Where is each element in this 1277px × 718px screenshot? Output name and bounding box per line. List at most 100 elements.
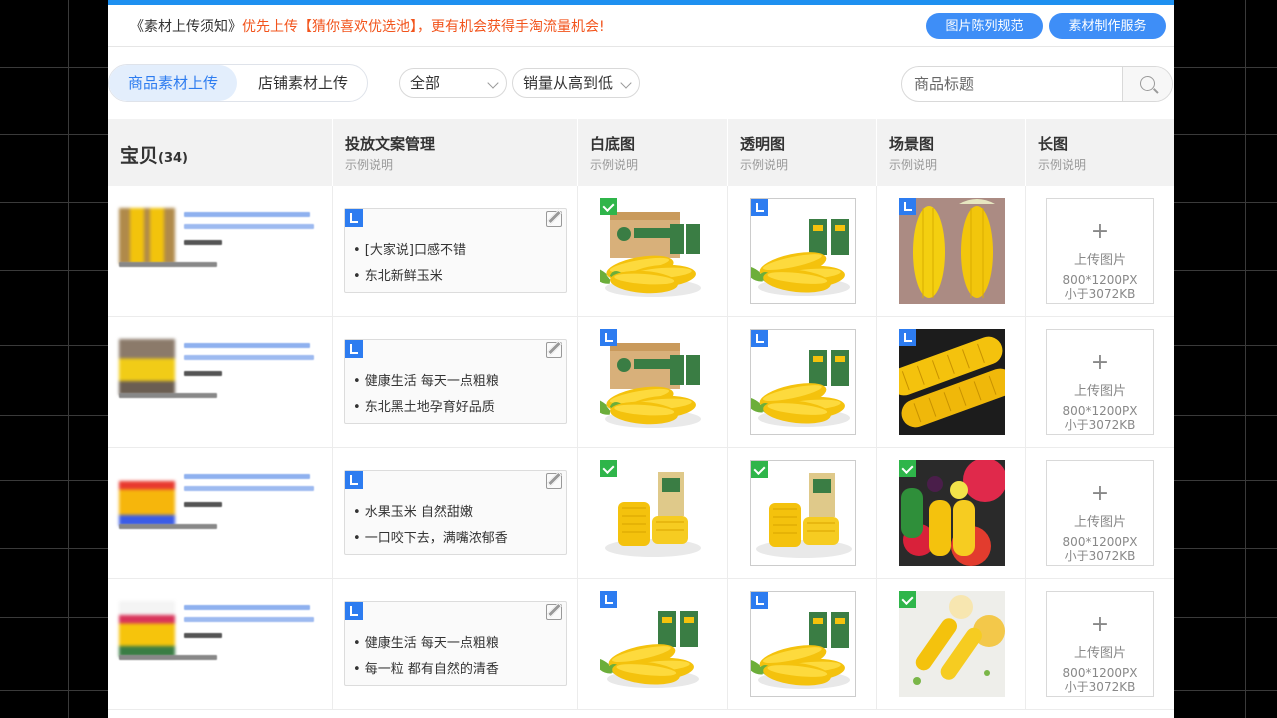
header-white-title: 白底图 bbox=[590, 135, 636, 153]
scene-image[interactable] bbox=[899, 329, 1005, 435]
approved-check-icon bbox=[600, 198, 617, 215]
white-bg-cell bbox=[577, 448, 727, 578]
copy-box: • 水果玉米 自然甜嫩 • 一口咬下去，满嘴浓郁香 bbox=[344, 470, 567, 555]
white-bg-image[interactable] bbox=[600, 198, 706, 304]
approved-check-icon bbox=[600, 460, 617, 477]
search-input[interactable] bbox=[902, 67, 1122, 101]
transparent-image[interactable] bbox=[750, 591, 856, 697]
product-title-pixelated bbox=[184, 355, 314, 360]
product-cell bbox=[108, 448, 332, 578]
product-thumbnail[interactable] bbox=[119, 208, 175, 264]
upload-long-image-button[interactable]: + 上传图片 800*1200PX 小于3072KB bbox=[1046, 591, 1154, 697]
scene-image[interactable] bbox=[899, 591, 1005, 697]
sort-select-value: 销量从高到低 bbox=[523, 74, 614, 92]
edit-icon[interactable] bbox=[546, 604, 562, 620]
upload-size-hint: 800*1200PX 小于3072KB bbox=[1062, 404, 1138, 432]
upload-label: 上传图片 bbox=[1073, 646, 1126, 661]
product-cell bbox=[108, 186, 332, 316]
table-row: • [大家说]口感不错 • 东北新鲜玉米 + 上传图片 800*1200PX 小… bbox=[108, 186, 1174, 317]
category-select[interactable]: 全部 bbox=[399, 68, 507, 98]
product-title-pixelated[interactable] bbox=[184, 212, 310, 217]
header-scene-title: 场景图 bbox=[889, 135, 935, 153]
tab-product-material[interactable]: 商品素材上传 bbox=[109, 65, 237, 101]
product-id-pixelated bbox=[119, 262, 217, 267]
scene-image[interactable] bbox=[899, 460, 1005, 566]
copy-cell: • [大家说]口感不错 • 东北新鲜玉米 bbox=[332, 186, 577, 316]
example-link[interactable]: 示例说明 bbox=[740, 156, 788, 173]
example-link[interactable]: 示例说明 bbox=[345, 156, 393, 173]
long-image-cell: + 上传图片 800*1200PX 小于3072KB bbox=[1025, 186, 1174, 316]
scene-image[interactable] bbox=[899, 198, 1005, 304]
example-link[interactable]: 示例说明 bbox=[1038, 156, 1086, 173]
product-title-pixelated[interactable] bbox=[184, 605, 310, 610]
white-bg-image[interactable] bbox=[600, 329, 706, 435]
transparent-image[interactable] bbox=[750, 329, 856, 435]
pending-flag-icon bbox=[751, 592, 768, 609]
header-copy-title: 投放文案管理 bbox=[345, 135, 436, 153]
search-icon bbox=[1140, 76, 1155, 91]
header-item: 宝贝(34) bbox=[108, 119, 332, 186]
material-service-button[interactable]: 素材制作服务 bbox=[1049, 13, 1166, 39]
product-thumbnail[interactable] bbox=[119, 601, 175, 657]
product-title-pixelated[interactable] bbox=[184, 474, 310, 479]
pending-flag-icon bbox=[899, 329, 916, 346]
image-display-rules-button[interactable]: 图片陈列规范 bbox=[926, 13, 1043, 39]
product-cell bbox=[108, 579, 332, 709]
copy-cell: • 健康生活 每天一点粗粮 • 每一粒 都有自然的清香 bbox=[332, 579, 577, 709]
scene-cell bbox=[876, 448, 1025, 578]
upload-long-image-button[interactable]: + 上传图片 800*1200PX 小于3072KB bbox=[1046, 198, 1154, 304]
example-link[interactable]: 示例说明 bbox=[889, 156, 937, 173]
upload-label: 上传图片 bbox=[1073, 384, 1126, 399]
example-link[interactable]: 示例说明 bbox=[590, 156, 638, 173]
upload-long-image-button[interactable]: + 上传图片 800*1200PX 小于3072KB bbox=[1046, 329, 1154, 435]
upload-type-tabs: 商品素材上传 店铺素材上传 bbox=[108, 64, 368, 102]
product-id-pixelated bbox=[119, 524, 217, 529]
copy-bullet: • 水果玉米 自然甜嫩 bbox=[353, 505, 473, 520]
product-thumbnail[interactable] bbox=[119, 470, 175, 526]
notice-text: 《素材上传须知》优先上传【猜你喜欢优选池】，更有机会获得手淘流量机会! bbox=[130, 16, 605, 36]
product-title-pixelated bbox=[184, 224, 314, 229]
edit-icon[interactable] bbox=[546, 211, 562, 227]
notice-bar: 《素材上传须知》优先上传【猜你喜欢优选池】，更有机会获得手淘流量机会! 图片陈列… bbox=[108, 5, 1174, 47]
product-title-pixelated[interactable] bbox=[184, 343, 310, 348]
upload-guide-link[interactable]: 《素材上传须知》 bbox=[130, 19, 242, 35]
transparent-cell bbox=[727, 186, 876, 316]
plus-icon: + bbox=[1090, 350, 1110, 375]
header-item-title: 宝贝 bbox=[120, 145, 159, 167]
product-id-pixelated bbox=[119, 393, 217, 398]
white-bg-cell bbox=[577, 317, 727, 447]
pending-flag-icon bbox=[899, 198, 916, 215]
copy-flag-icon bbox=[345, 471, 363, 489]
transparent-cell bbox=[727, 579, 876, 709]
long-image-cell: + 上传图片 800*1200PX 小于3072KB bbox=[1025, 317, 1174, 447]
white-bg-image[interactable] bbox=[600, 591, 706, 697]
table-row: • 健康生活 每天一点粗粮 • 东北黑土地孕育好品质 + 上传图片 800*12… bbox=[108, 317, 1174, 448]
upload-label: 上传图片 bbox=[1073, 253, 1126, 268]
edit-icon[interactable] bbox=[546, 342, 562, 358]
edit-icon[interactable] bbox=[546, 473, 562, 489]
table-header: 宝贝(34) 投放文案管理 示例说明 白底图 示例说明 透明图 示例说明 场景图… bbox=[108, 119, 1174, 186]
chevron-down-icon bbox=[487, 77, 499, 89]
white-bg-cell bbox=[577, 186, 727, 316]
transparent-image[interactable] bbox=[750, 198, 856, 304]
upload-size-hint: 800*1200PX 小于3072KB bbox=[1062, 273, 1138, 301]
chevron-down-icon bbox=[620, 77, 632, 89]
product-thumbnail[interactable] bbox=[119, 339, 175, 395]
copy-box: • 健康生活 每天一点粗粮 • 东北黑土地孕育好品质 bbox=[344, 339, 567, 424]
long-image-cell: + 上传图片 800*1200PX 小于3072KB bbox=[1025, 579, 1174, 709]
upload-long-image-button[interactable]: + 上传图片 800*1200PX 小于3072KB bbox=[1046, 460, 1154, 566]
left-backdrop bbox=[0, 0, 108, 718]
transparent-image[interactable] bbox=[750, 460, 856, 566]
white-bg-cell bbox=[577, 579, 727, 709]
copy-cell: • 健康生活 每天一点粗粮 • 东北黑土地孕育好品质 bbox=[332, 317, 577, 447]
white-bg-image[interactable] bbox=[600, 460, 706, 566]
transparent-cell bbox=[727, 448, 876, 578]
item-count: (34) bbox=[158, 151, 188, 166]
sort-select[interactable]: 销量从高到低 bbox=[512, 68, 640, 98]
search-button[interactable] bbox=[1122, 67, 1172, 101]
copy-box: • 健康生活 每天一点粗粮 • 每一粒 都有自然的清香 bbox=[344, 601, 567, 686]
upload-size-hint: 800*1200PX 小于3072KB bbox=[1062, 535, 1138, 563]
table-row: • 健康生活 每天一点粗粮 • 每一粒 都有自然的清香 + 上传图片 800*1… bbox=[108, 579, 1174, 710]
header-transparent: 透明图 示例说明 bbox=[727, 119, 876, 186]
tab-store-material[interactable]: 店铺素材上传 bbox=[239, 65, 367, 101]
